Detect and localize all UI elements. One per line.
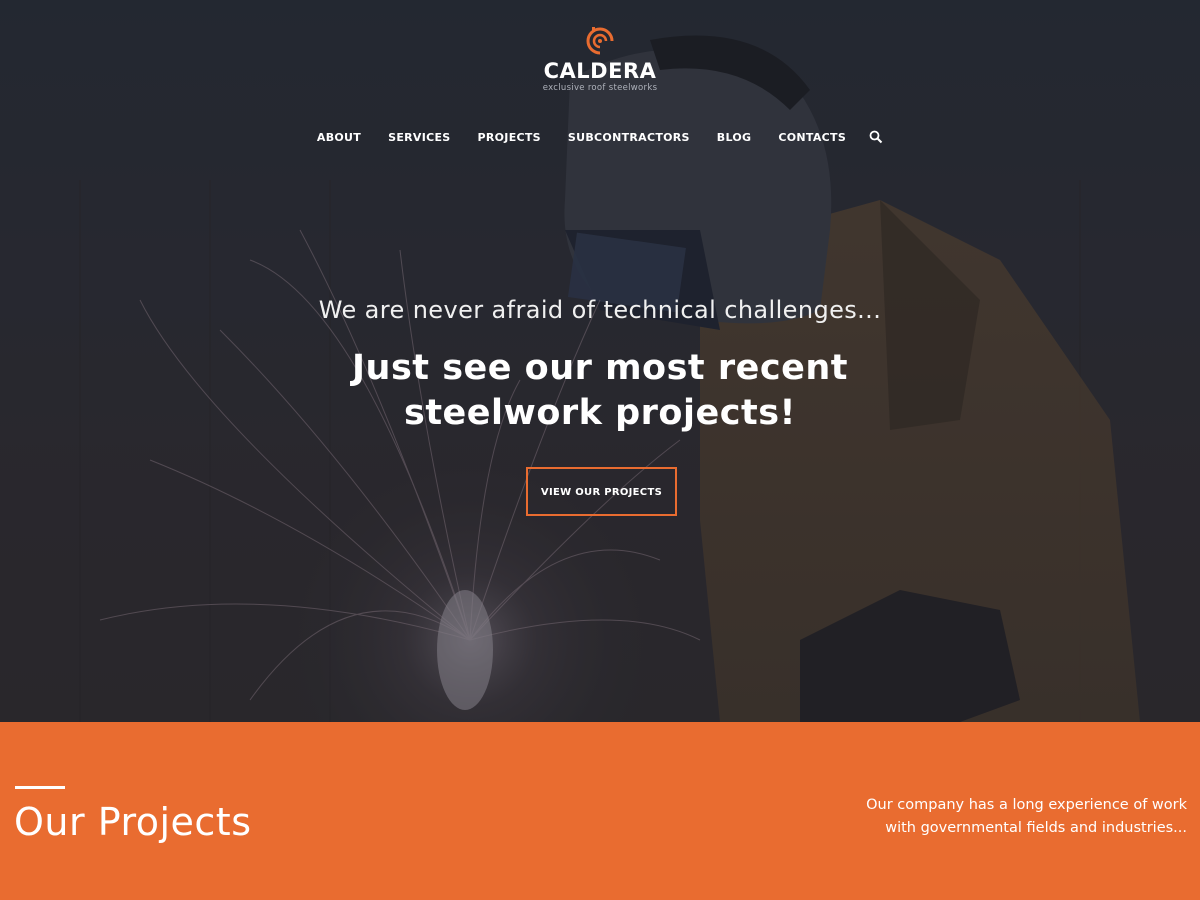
nav-item-contacts[interactable]: CONTACTS (778, 131, 846, 144)
brand-tagline: exclusive roof steelworks (542, 83, 658, 93)
hero-title-line-1: Just see our most recent (352, 348, 848, 388)
main-navigation: ABOUT SERVICES PROJECTS SUBCONTRACTORS B… (0, 130, 1200, 144)
nav-item-projects[interactable]: PROJECTS (478, 131, 541, 144)
section-description-line-1: Our company has a long experience of wor… (866, 797, 1187, 813)
hero-title: Just see our most recent steelwork proje… (0, 346, 1200, 436)
hero-title-line-2: steelwork projects! (403, 393, 796, 433)
spiral-logo-icon (586, 27, 614, 55)
view-projects-button[interactable]: VIEW OUR PROJECTS (526, 467, 677, 516)
brand-name: CALDERA (543, 59, 657, 83)
site-logo[interactable]: CALDERA exclusive roof steelworks (0, 26, 1200, 93)
section-divider (15, 786, 65, 789)
hero-section: CALDERA exclusive roof steelworks ABOUT … (0, 0, 1200, 722)
our-projects-section: Our Projects Our company has a long expe… (0, 722, 1200, 900)
hero-subtitle: We are never afraid of technical challen… (318, 296, 882, 324)
search-icon[interactable] (869, 130, 883, 144)
nav-item-services[interactable]: SERVICES (388, 131, 450, 144)
nav-item-about[interactable]: ABOUT (317, 131, 361, 144)
section-title: Our Projects (14, 800, 252, 844)
nav-item-blog[interactable]: BLOG (717, 131, 752, 144)
section-description-line-2: with governmental fields and industries.… (885, 820, 1187, 836)
nav-item-subcontractors[interactable]: SUBCONTRACTORS (568, 131, 690, 144)
section-description: Our company has a long experience of wor… (767, 794, 1187, 840)
